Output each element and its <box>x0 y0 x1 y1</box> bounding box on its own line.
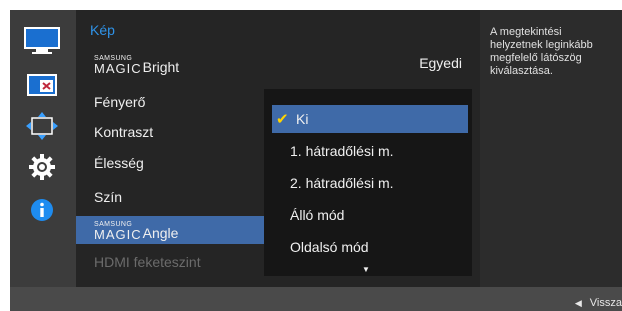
dropdown-option-off[interactable]: ✔ Ki <box>272 105 468 133</box>
screen-adjust-icon[interactable] <box>24 70 60 100</box>
osd-window: Kép SAMSUNG MAGIC Bright Egyedi Fényerő … <box>10 10 622 311</box>
back-arrow-icon: ◀ <box>574 298 582 308</box>
dropdown-option-standing[interactable]: Álló mód <box>272 201 468 229</box>
menu-item-label: Kontraszt <box>94 124 154 140</box>
bottom-bar: ◀ Vissza <box>10 287 622 311</box>
description-text: A megtekintési helyzetnek leginkább megf… <box>490 26 593 77</box>
menu-title: Kép <box>90 22 115 38</box>
samsung-magic-logo: SAMSUNG MAGIC <box>94 55 142 76</box>
menu-item-magic-bright[interactable]: SAMSUNG MAGIC Bright Egyedi <box>76 50 466 78</box>
category-sidebar <box>10 10 76 287</box>
menu-item-label: Élesség <box>94 155 144 171</box>
menu-item-label: Szín <box>94 189 123 205</box>
menu-item-label: Fényerő <box>94 94 146 110</box>
info-icon[interactable] <box>24 195 60 225</box>
display-position-icon[interactable] <box>24 111 60 141</box>
dropdown-option-lean-back-1[interactable]: 1. hátradőlési m. <box>272 137 468 165</box>
menu-item-label: HDMI feketeszint <box>94 254 201 270</box>
back-label: Vissza <box>589 297 622 309</box>
magic-angle-dropdown: ✔ Ki 1. hátradőlési m. 2. hátradőlési m.… <box>264 89 472 276</box>
checkmark-icon: ✔ <box>276 111 289 128</box>
scroll-down-icon[interactable]: ▼ <box>362 265 370 274</box>
picture-icon[interactable] <box>24 26 60 56</box>
description-panel: A megtekintési helyzetnek leginkább megf… <box>480 10 622 287</box>
samsung-magic-logo: SAMSUNG MAGIC <box>94 221 142 242</box>
dropdown-option-lean-back-2[interactable]: 2. hátradőlési m. <box>272 169 468 197</box>
menu-item-label: Angle <box>142 225 179 241</box>
settings-gear-icon[interactable] <box>24 152 60 182</box>
back-button[interactable]: ◀ Vissza <box>575 297 622 309</box>
menu-item-label: Bright <box>142 59 180 75</box>
menu-item-value: Egyedi <box>419 55 462 71</box>
dropdown-option-side[interactable]: Oldalsó mód <box>272 233 468 261</box>
